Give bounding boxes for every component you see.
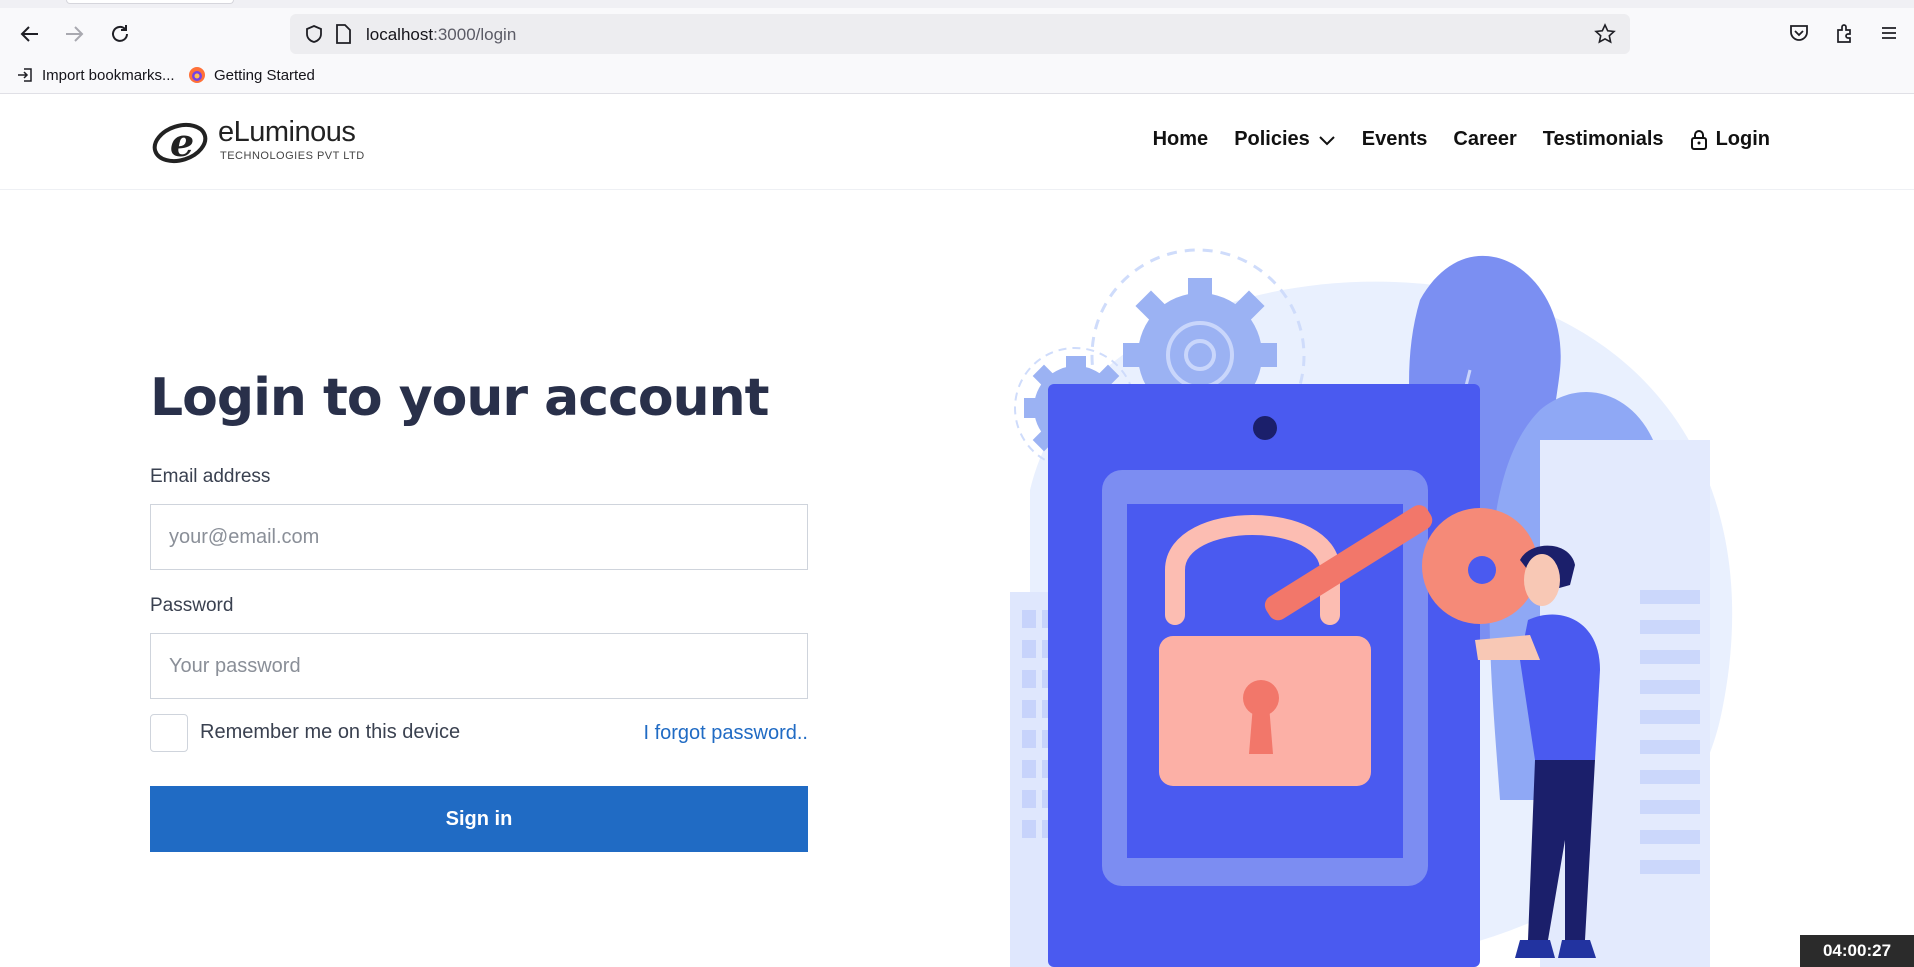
- nav-testimonials[interactable]: Testimonials: [1543, 128, 1664, 151]
- nav-career-label: Career: [1453, 128, 1517, 150]
- url-path: :3000/login: [433, 25, 517, 44]
- url-host: localhost: [366, 25, 434, 44]
- tab-strip: [0, 0, 1914, 8]
- bookmark-import-label: Import bookmarks...: [42, 66, 175, 84]
- device-camera-dot: [1253, 416, 1277, 440]
- key-hole: [1468, 556, 1496, 584]
- email-field[interactable]: [150, 504, 808, 570]
- url-text[interactable]: localhost:3000/login: [366, 25, 516, 45]
- logo-wordmark: eLuminous: [218, 116, 356, 148]
- import-icon: [18, 68, 32, 82]
- firefox-icon: [189, 67, 205, 83]
- site-header: e eLuminous TECHNOLOGIES PVT LTD Home Po…: [0, 94, 1914, 190]
- person-shoe-right: [1558, 940, 1596, 958]
- forgot-password-link[interactable]: I forgot password..: [643, 722, 808, 745]
- main-nav: Home Policies Events Career Testimonials…: [1153, 128, 1770, 151]
- bookmark-getting-started[interactable]: Getting Started: [188, 66, 315, 84]
- nav-home-label: Home: [1152, 128, 1209, 150]
- browser-toolbar: localhost:3000/login Import bookmarks...…: [0, 0, 1914, 94]
- nav-events[interactable]: Events: [1362, 128, 1428, 151]
- pocket-icon[interactable]: [1788, 22, 1810, 49]
- nav-login-label: Login: [1715, 128, 1770, 150]
- remember-label: Remember me on this device: [200, 721, 461, 743]
- bookmark-import[interactable]: Import bookmarks...: [16, 66, 175, 84]
- url-bar[interactable]: localhost:3000/login: [290, 14, 1630, 54]
- bookmark-getting-started-label: Getting Started: [214, 66, 315, 84]
- menu-icon[interactable]: [1878, 22, 1900, 49]
- logo-emblem-icon: e: [152, 120, 208, 165]
- password-field[interactable]: [150, 633, 808, 699]
- page-title: Login to your account: [150, 368, 769, 428]
- bookmarks-bar: Import bookmarks... Getting Started: [0, 62, 1914, 92]
- login-illustration: [1010, 248, 1733, 967]
- person-shirt: [1520, 614, 1600, 760]
- forward-arrow-icon[interactable]: [58, 18, 90, 50]
- person-face: [1524, 554, 1560, 606]
- password-label: Password: [150, 595, 234, 616]
- nav-policies[interactable]: Policies: [1234, 128, 1336, 151]
- nav-home[interactable]: Home: [1153, 128, 1209, 151]
- star-icon[interactable]: [1594, 23, 1616, 50]
- nav-career[interactable]: Career: [1453, 128, 1516, 151]
- svg-text:e: e: [170, 120, 194, 165]
- logo-subtitle: TECHNOLOGIES PVT LTD: [220, 150, 365, 162]
- nav-events-label: Events: [1361, 128, 1428, 150]
- recording-timer: 04:00:27: [1800, 935, 1914, 967]
- shield-icon[interactable]: [304, 24, 324, 49]
- extensions-icon[interactable]: [1834, 22, 1856, 49]
- nav-policies-label: Policies: [1234, 128, 1310, 150]
- sign-in-button[interactable]: Sign in: [150, 786, 808, 852]
- page-icon: [334, 23, 352, 50]
- back-arrow-icon[interactable]: [14, 18, 46, 50]
- company-logo[interactable]: e eLuminous TECHNOLOGIES PVT LTD: [150, 114, 380, 170]
- email-label: Email address: [150, 466, 271, 487]
- reload-icon[interactable]: [104, 18, 136, 50]
- remember-checkbox[interactable]: [150, 714, 188, 752]
- person-shoe-left: [1515, 940, 1555, 958]
- active-tab[interactable]: [66, 0, 234, 4]
- chevron-down-icon: [1319, 135, 1335, 145]
- lock-icon: [1690, 129, 1707, 150]
- nav-login[interactable]: Login: [1690, 128, 1770, 151]
- nav-testimonials-label: Testimonials: [1542, 128, 1664, 150]
- keyhole-slot: [1249, 705, 1273, 754]
